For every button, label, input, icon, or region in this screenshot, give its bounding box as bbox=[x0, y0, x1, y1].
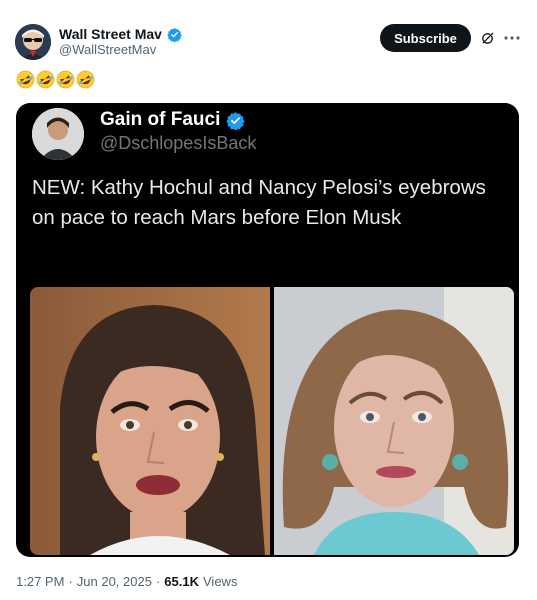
meta-separator: · bbox=[155, 574, 161, 589]
tweet-date[interactable]: Jun 20, 2025 bbox=[77, 574, 152, 589]
views-count[interactable]: 65.1K bbox=[164, 574, 199, 589]
rolling-laughing-emoji bbox=[16, 70, 35, 89]
author-name[interactable]: Wall Street Mav bbox=[59, 26, 162, 42]
author-name-row: Wall Street Mav bbox=[59, 26, 182, 42]
rolling-laughing-emoji bbox=[56, 70, 75, 89]
tweet-meta: 1:27 PM · Jun 20, 2025 · 65.1K Views bbox=[16, 574, 237, 589]
quoted-author-handle[interactable]: @DschlopesIsBack bbox=[100, 133, 256, 154]
author-handle[interactable]: @WallStreetMav bbox=[59, 42, 156, 57]
quoted-name-row: Gain of Fauci bbox=[100, 109, 246, 131]
views-label: Views bbox=[203, 574, 238, 589]
tweet-time[interactable]: 1:27 PM bbox=[16, 574, 64, 589]
quoted-tweet-text: NEW: Kathy Hochul and Nancy Pelosi’s eye… bbox=[32, 176, 486, 229]
avatar-sunglasses-icon bbox=[15, 24, 51, 60]
meta-separator: · bbox=[68, 574, 73, 589]
rolling-laughing-emoji bbox=[36, 70, 55, 89]
portrait-image-left bbox=[30, 287, 270, 555]
author-avatar[interactable] bbox=[15, 24, 51, 60]
grok-icon[interactable] bbox=[480, 30, 496, 46]
photo-woman-dark-hair[interactable] bbox=[30, 287, 270, 555]
post-text-emoji bbox=[16, 70, 95, 89]
quoted-avatar-portrait-icon bbox=[32, 108, 84, 160]
verified-badge-icon bbox=[226, 111, 246, 130]
verified-badge-icon bbox=[167, 27, 182, 42]
quoted-author-name[interactable]: Gain of Fauci bbox=[100, 109, 220, 131]
photo-woman-auburn-hair[interactable] bbox=[274, 287, 514, 555]
portrait-image-right bbox=[274, 287, 514, 555]
tweet: Wall Street Mav @WallStreetMav Subscribe bbox=[0, 0, 537, 600]
more-horizontal-icon[interactable] bbox=[503, 29, 521, 47]
subscribe-button[interactable]: Subscribe bbox=[380, 24, 471, 52]
more-dots-icon bbox=[504, 36, 520, 40]
quoted-tweet-card[interactable]: Gain of Fauci @DschlopesIsBack NEW: Kath… bbox=[16, 103, 519, 557]
quoted-author-avatar[interactable] bbox=[32, 108, 84, 160]
rolling-laughing-emoji bbox=[76, 70, 95, 89]
